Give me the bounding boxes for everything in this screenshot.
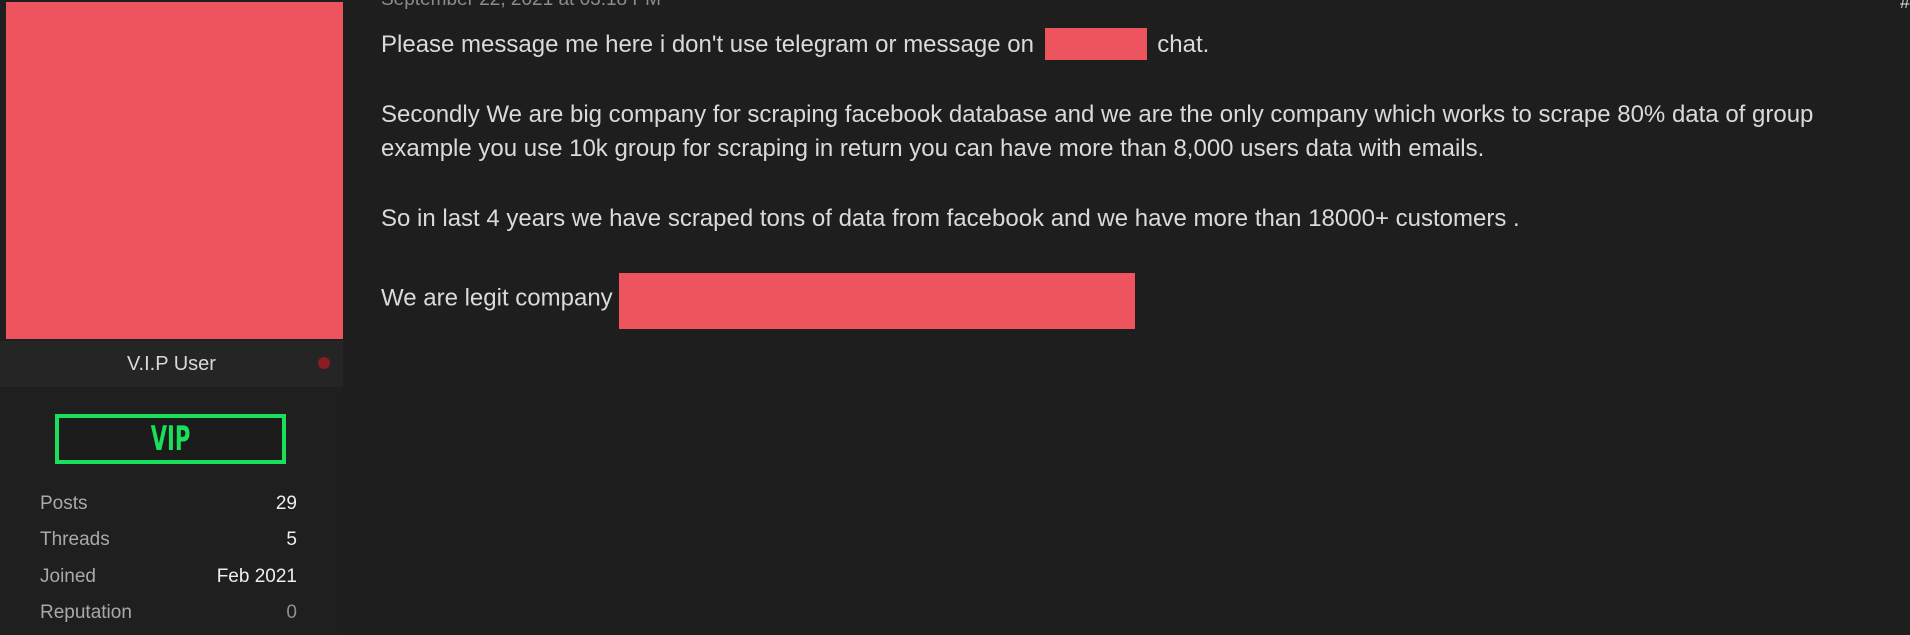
post-content: September 22, 2021 at 03:18 PM # Please … bbox=[343, 0, 1910, 635]
username-bar: V.I.P User bbox=[0, 341, 343, 387]
stat-value: Feb 2021 bbox=[216, 565, 297, 587]
vip-badge: VIP bbox=[55, 414, 286, 464]
post-text: Secondly We are big company for scraping… bbox=[381, 100, 1814, 128]
stat-value: 0 bbox=[286, 601, 297, 623]
post-text: chat. bbox=[1157, 31, 1210, 58]
avatar[interactable] bbox=[6, 2, 350, 339]
redacted-block bbox=[618, 273, 1135, 329]
stat-label: Reputation bbox=[40, 601, 132, 623]
post-permalink[interactable]: # bbox=[1900, 0, 1910, 12]
stat-label: Joined bbox=[40, 565, 96, 587]
offline-status-icon bbox=[318, 357, 330, 369]
redacted-block bbox=[1044, 27, 1147, 60]
vip-badge-label: VIP bbox=[150, 419, 191, 459]
post-text: example you use 10k group for scraping i… bbox=[381, 135, 1485, 162]
post-text: So in last 4 years we have scraped tons … bbox=[381, 204, 1520, 232]
post-paragraph: Secondly We are big company for scraping… bbox=[381, 98, 1901, 167]
post-paragraph: So in last 4 years we have scraped tons … bbox=[381, 202, 1901, 237]
post-paragraph: We are legit company bbox=[381, 271, 1901, 329]
stat-value: 29 bbox=[275, 493, 297, 514]
stat-threads: Threads 5 bbox=[40, 528, 297, 564]
stat-reputation: Reputation 0 bbox=[40, 601, 297, 635]
user-stats: Posts 29 Threads 5 Joined Feb 2021 Reput… bbox=[40, 492, 297, 635]
post-date[interactable]: September 22, 2021 at 03:18 PM bbox=[381, 0, 661, 11]
username[interactable]: V.I.P User bbox=[0, 353, 343, 375]
user-card: V.I.P User VIP Posts 29 Threads 5 Joined… bbox=[0, 0, 350, 635]
forum-post-page: V.I.P User VIP Posts 29 Threads 5 Joined… bbox=[0, 0, 1910, 635]
stat-label: Threads bbox=[40, 529, 110, 551]
stat-label: Posts bbox=[40, 493, 88, 514]
stat-value: 5 bbox=[286, 529, 297, 551]
post-text: We are legit company bbox=[381, 284, 613, 312]
post-paragraph: Please message me here i don't use teleg… bbox=[381, 27, 1901, 63]
post-body: Please message me here i don't use teleg… bbox=[381, 27, 1901, 362]
stat-joined: Joined Feb 2021 bbox=[40, 565, 297, 601]
stat-posts: Posts 29 bbox=[40, 492, 297, 528]
post-text: Please message me here i don't use teleg… bbox=[381, 31, 1034, 58]
